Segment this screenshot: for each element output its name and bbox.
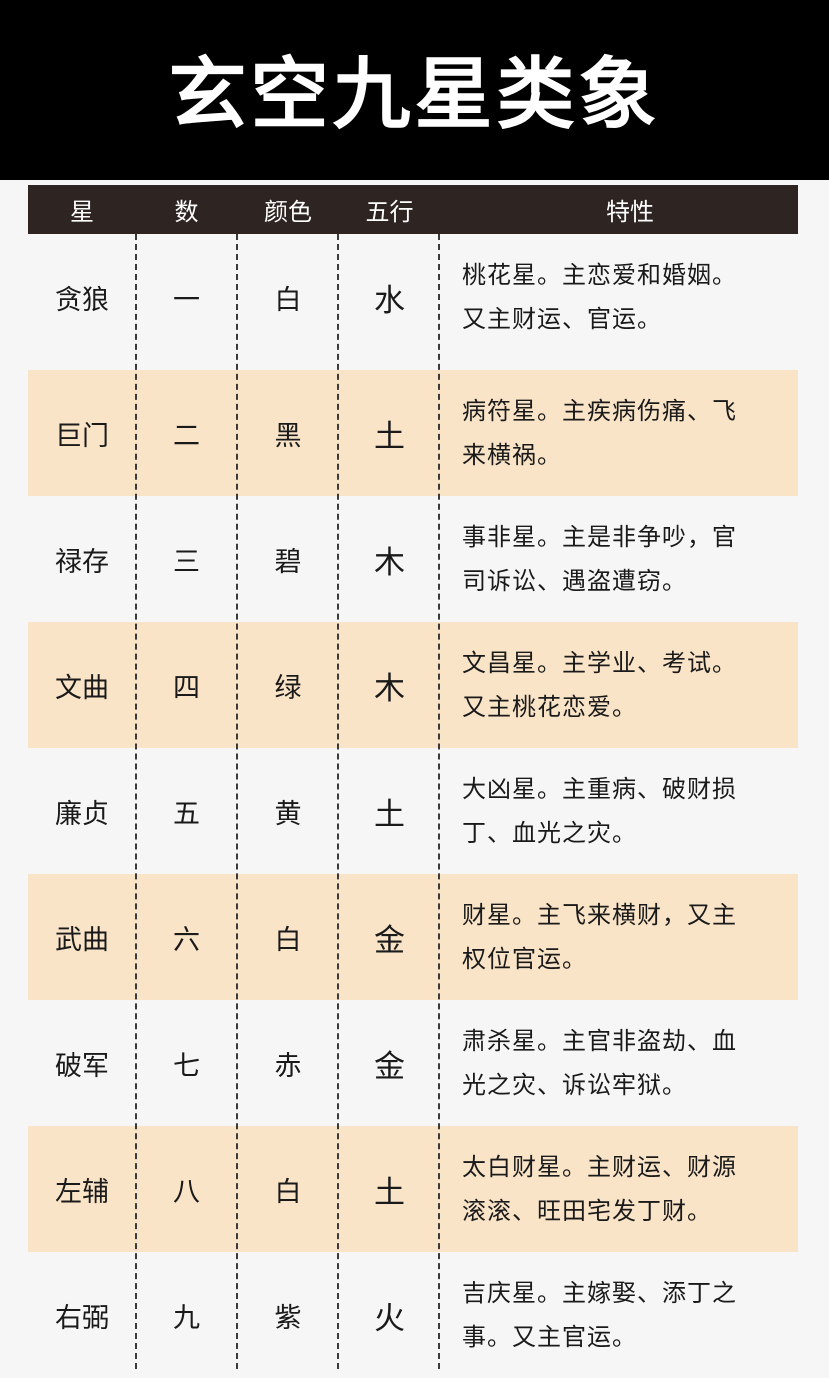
column-divider bbox=[337, 234, 339, 1369]
star-color: 碧 bbox=[274, 546, 302, 578]
traits-line: 桃花星。主恋爱和婚姻。 bbox=[462, 261, 737, 289]
star-name: 禄存 bbox=[55, 546, 109, 578]
column-divider bbox=[236, 234, 238, 1369]
star-name: 右弼 bbox=[55, 1302, 109, 1334]
star-name: 巨门 bbox=[55, 420, 109, 452]
traits-line: 大凶星。主重病、破财损 bbox=[462, 775, 737, 803]
star-traits: 财星。主飞来横财，又主 权位官运。 bbox=[462, 874, 798, 1000]
star-element: 金 bbox=[374, 922, 405, 959]
table-row: 左辅 八 白 土 太白财星。主财运、财源 滚滚、旺田宅发丁财。 bbox=[28, 1126, 798, 1252]
star-number: 一 bbox=[173, 284, 200, 316]
traits-line: 又主桃花恋爱。 bbox=[462, 693, 637, 721]
table-row: 廉贞 五 黄 土 大凶星。主重病、破财损 丁、血光之灾。 bbox=[28, 748, 798, 874]
star-number: 二 bbox=[173, 420, 200, 452]
traits-line: 滚滚、旺田宅发丁财。 bbox=[462, 1197, 712, 1225]
star-name: 贪狼 bbox=[55, 284, 109, 316]
star-element: 土 bbox=[374, 796, 405, 833]
star-name: 廉贞 bbox=[55, 798, 109, 830]
star-traits: 肃杀星。主官非盗劫、血 光之灾、诉讼牢狱。 bbox=[462, 1000, 798, 1126]
star-number: 六 bbox=[173, 924, 200, 956]
traits-line: 肃杀星。主官非盗劫、血 bbox=[462, 1027, 737, 1055]
star-number: 八 bbox=[173, 1176, 200, 1208]
star-name: 文曲 bbox=[55, 672, 109, 704]
column-divider bbox=[438, 234, 440, 1369]
table-row: 文曲 四 绿 木 文昌星。主学业、考试。 又主桃花恋爱。 bbox=[28, 622, 798, 748]
traits-line: 丁、血光之灾。 bbox=[462, 819, 637, 847]
star-element: 木 bbox=[374, 670, 405, 707]
traits-line: 吉庆星。主嫁娶、添丁之 bbox=[462, 1279, 737, 1307]
table-row: 破军 七 赤 金 肃杀星。主官非盗劫、血 光之灾、诉讼牢狱。 bbox=[28, 1000, 798, 1126]
star-element: 土 bbox=[374, 1174, 405, 1211]
star-number: 九 bbox=[173, 1302, 200, 1334]
table-row: 右弼 九 紫 火 吉庆星。主嫁娶、添丁之 事。又主官运。 bbox=[28, 1252, 798, 1378]
star-traits: 文昌星。主学业、考试。 又主桃花恋爱。 bbox=[462, 622, 798, 748]
traits-line: 光之灾、诉讼牢狱。 bbox=[462, 1071, 687, 1099]
page-title: 玄空九星类象 bbox=[168, 50, 661, 140]
traits-line: 事。又主官运。 bbox=[462, 1323, 637, 1351]
traits-line: 权位官运。 bbox=[462, 945, 587, 973]
star-traits: 病符星。主疾病伤痛、飞 来横祸。 bbox=[462, 370, 798, 496]
table-row: 禄存 三 碧 木 事非星。主是非争吵，官 司诉讼、遇盗遭窃。 bbox=[28, 496, 798, 622]
header-traits: 特性 bbox=[606, 198, 654, 226]
star-traits: 桃花星。主恋爱和婚姻。 又主财运、官运。 bbox=[462, 234, 798, 360]
star-traits: 吉庆星。主嫁娶、添丁之 事。又主官运。 bbox=[462, 1252, 798, 1378]
star-color: 黑 bbox=[274, 420, 302, 452]
header-number: 数 bbox=[174, 198, 199, 226]
star-element: 水 bbox=[374, 282, 405, 319]
traits-line: 来横祸。 bbox=[462, 441, 562, 469]
title-banner: 玄空九星类象 bbox=[0, 0, 829, 180]
traits-line: 又主财运、官运。 bbox=[462, 305, 662, 333]
star-number: 五 bbox=[173, 798, 200, 830]
star-element: 木 bbox=[374, 544, 405, 581]
star-traits: 事非星。主是非争吵，官 司诉讼、遇盗遭窃。 bbox=[462, 496, 798, 622]
traits-line: 司诉讼、遇盗遭窃。 bbox=[462, 567, 687, 595]
star-color: 紫 bbox=[274, 1302, 302, 1334]
star-name: 破军 bbox=[55, 1050, 109, 1082]
star-color: 白 bbox=[274, 284, 302, 316]
star-element: 土 bbox=[374, 418, 405, 455]
nine-stars-table: 星 数 颜色 五行 特性 贪狼 一 白 水 桃花星。主恋爱和婚姻。 又主财运、官运… bbox=[28, 185, 798, 1369]
star-element: 金 bbox=[374, 1048, 405, 1085]
star-number: 四 bbox=[173, 672, 200, 704]
star-name: 武曲 bbox=[55, 924, 109, 956]
star-color: 白 bbox=[274, 1176, 302, 1208]
star-color: 赤 bbox=[274, 1050, 302, 1082]
traits-line: 财星。主飞来横财，又主 bbox=[462, 901, 737, 929]
star-name: 左辅 bbox=[55, 1176, 109, 1208]
star-color: 黄 bbox=[274, 798, 302, 830]
table-header: 星 数 颜色 五行 特性 bbox=[28, 185, 798, 234]
star-color: 白 bbox=[274, 924, 302, 956]
header-element: 五行 bbox=[365, 198, 414, 226]
header-star: 星 bbox=[70, 198, 94, 226]
table-row: 巨门 二 黑 土 病符星。主疾病伤痛、飞 来横祸。 bbox=[28, 370, 798, 496]
star-traits: 大凶星。主重病、破财损 丁、血光之灾。 bbox=[462, 748, 798, 874]
column-divider bbox=[135, 234, 137, 1369]
table-row: 武曲 六 白 金 财星。主飞来横财，又主 权位官运。 bbox=[28, 874, 798, 1000]
star-number: 七 bbox=[173, 1050, 200, 1082]
traits-line: 文昌星。主学业、考试。 bbox=[462, 649, 737, 677]
star-color: 绿 bbox=[274, 672, 302, 704]
table-row: 贪狼 一 白 水 桃花星。主恋爱和婚姻。 又主财运、官运。 bbox=[28, 234, 798, 360]
traits-line: 事非星。主是非争吵，官 bbox=[462, 523, 737, 551]
star-element: 火 bbox=[374, 1300, 405, 1337]
traits-line: 太白财星。主财运、财源 bbox=[462, 1153, 737, 1181]
star-traits: 太白财星。主财运、财源 滚滚、旺田宅发丁财。 bbox=[462, 1126, 798, 1252]
header-color: 颜色 bbox=[264, 198, 312, 226]
traits-line: 病符星。主疾病伤痛、飞 bbox=[462, 397, 737, 425]
star-number: 三 bbox=[173, 546, 200, 578]
